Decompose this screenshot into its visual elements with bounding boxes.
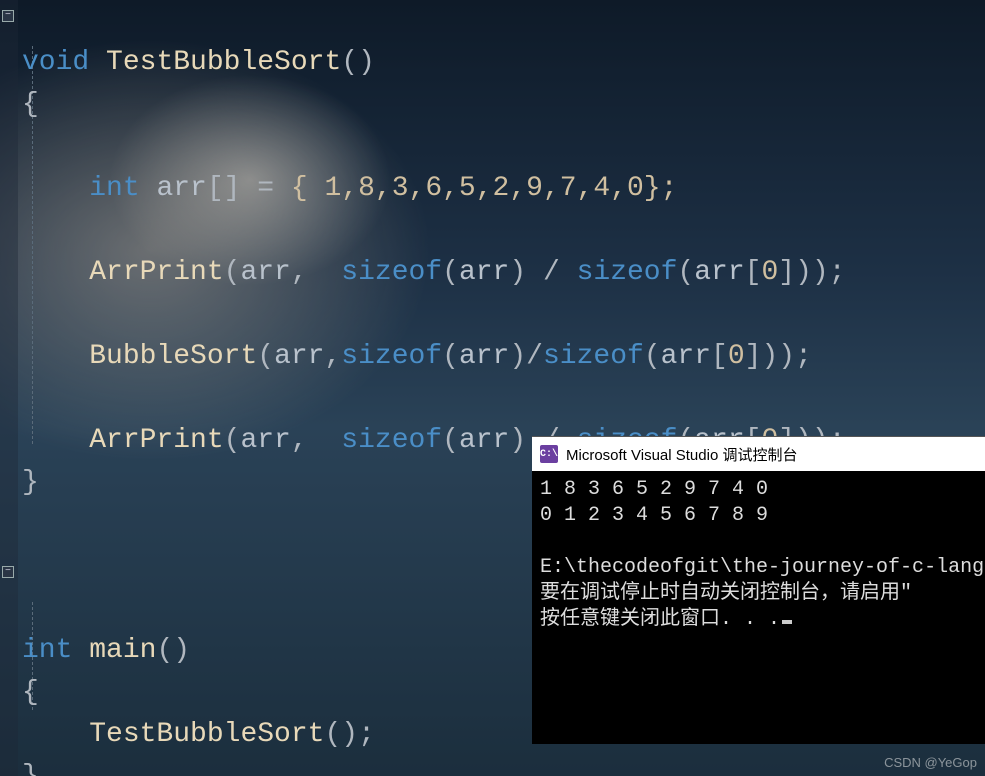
bracket-close: ] [778, 257, 795, 288]
keyword-sizeof: sizeof [341, 425, 442, 456]
paren-open: ( [224, 257, 241, 288]
code-line[interactable]: TestBubbleSort(); [22, 719, 375, 750]
console-title: Microsoft Visual Studio 调试控制台 [566, 444, 797, 465]
watermark: CSDN @YeGop [884, 755, 977, 770]
code-line[interactable]: } [22, 761, 39, 776]
console-output[interactable]: 1 8 3 6 5 2 9 7 4 0 0 1 2 3 4 5 6 7 8 9 … [532, 471, 985, 639]
keyword-int: int [22, 635, 72, 666]
console-titlebar[interactable]: C:\ Microsoft Visual Studio 调试控制台 [532, 437, 985, 471]
output-msg: 要在调试停止时自动关闭控制台，请启用" [540, 582, 912, 605]
paren-open: ( [442, 257, 459, 288]
code-line[interactable]: int main() [22, 635, 190, 666]
keyword-sizeof: sizeof [543, 341, 644, 372]
code-line[interactable]: { [22, 89, 39, 120]
vs-icon: C:\ [540, 445, 558, 463]
arg-arr: arr [459, 425, 509, 456]
brace-close: } [22, 761, 39, 776]
arg-arr: arr [459, 341, 509, 372]
paren-open: ( [442, 341, 459, 372]
output-line: 1 8 3 6 5 2 9 7 4 0 [540, 478, 768, 501]
paren-close: ) [795, 257, 812, 288]
comma: , [324, 341, 341, 372]
paren-open: ( [442, 425, 459, 456]
stmt-end: ); [812, 257, 846, 288]
parentheses: () [156, 635, 190, 666]
operator-div: / [526, 257, 576, 288]
call-arrprint: ArrPrint [89, 257, 223, 288]
arg-arr: arr [240, 257, 290, 288]
literal-zero: 0 [728, 341, 745, 372]
bracket-close: ] [745, 341, 762, 372]
parentheses: () [341, 47, 375, 78]
paren-close: ) [509, 425, 526, 456]
brace-open: { [22, 677, 39, 708]
code-line[interactable]: void TestBubbleSort() [22, 47, 375, 78]
vs-icon-text: C:\ [540, 449, 558, 460]
keyword-sizeof: sizeof [341, 341, 442, 372]
paren-open: ( [224, 425, 241, 456]
debug-console-window[interactable]: C:\ Microsoft Visual Studio 调试控制台 1 8 3 … [532, 436, 985, 744]
brace-close: } [22, 467, 39, 498]
output-path: E:\thecodeofgit\the-journey-of-c-langu [540, 556, 985, 579]
output-line: 0 1 2 3 4 5 6 7 8 9 [540, 504, 768, 527]
fold-toggle-icon[interactable]: − [2, 10, 14, 22]
stmt-end: ); [778, 341, 812, 372]
output-msg: 按任意键关闭此窗口. . . [540, 608, 780, 631]
console-cursor [782, 620, 792, 624]
comma: , [291, 257, 341, 288]
editor-gutter [0, 0, 18, 776]
identifier-arr: arr [156, 173, 206, 204]
brackets: [] [207, 173, 241, 204]
code-line[interactable]: { [22, 677, 39, 708]
equals: = [240, 173, 290, 204]
call-testbubblesort: TestBubbleSort [89, 719, 324, 750]
function-main: main [89, 635, 156, 666]
code-line[interactable]: BubbleSort(arr,sizeof(arr)/sizeof(arr[0]… [22, 341, 812, 372]
brace-open: { [22, 89, 39, 120]
keyword-int: int [89, 173, 139, 204]
paren-open: ( [644, 341, 661, 372]
operator-div: / [526, 341, 543, 372]
paren-close: ) [509, 341, 526, 372]
arg-arr: arr [240, 425, 290, 456]
paren-close: ) [509, 257, 526, 288]
fold-toggle-icon[interactable]: − [2, 566, 14, 578]
keyword-sizeof: sizeof [577, 257, 678, 288]
bracket-open: [ [711, 341, 728, 372]
paren-close: ) [761, 341, 778, 372]
keyword-void: void [22, 47, 89, 78]
function-name: TestBubbleSort [106, 47, 341, 78]
arg-arr: arr [661, 341, 711, 372]
comma: , [291, 425, 341, 456]
call-bubblesort: BubbleSort [89, 341, 257, 372]
literal-zero: 0 [761, 257, 778, 288]
keyword-sizeof: sizeof [341, 257, 442, 288]
bracket-open: [ [745, 257, 762, 288]
code-line[interactable]: int arr[] = { 1,8,3,6,5,2,9,7,4,0}; [22, 173, 677, 204]
paren-open: ( [257, 341, 274, 372]
arg-arr: arr [459, 257, 509, 288]
call-arrprint: ArrPrint [89, 425, 223, 456]
code-line[interactable]: ArrPrint(arr, sizeof(arr) / sizeof(arr[0… [22, 257, 846, 288]
array-literal: { 1,8,3,6,5,2,9,7,4,0}; [291, 173, 677, 204]
code-line[interactable]: } [22, 467, 39, 498]
arg-arr: arr [274, 341, 324, 372]
call-end: (); [324, 719, 374, 750]
paren-open: ( [677, 257, 694, 288]
arg-arr: arr [694, 257, 744, 288]
